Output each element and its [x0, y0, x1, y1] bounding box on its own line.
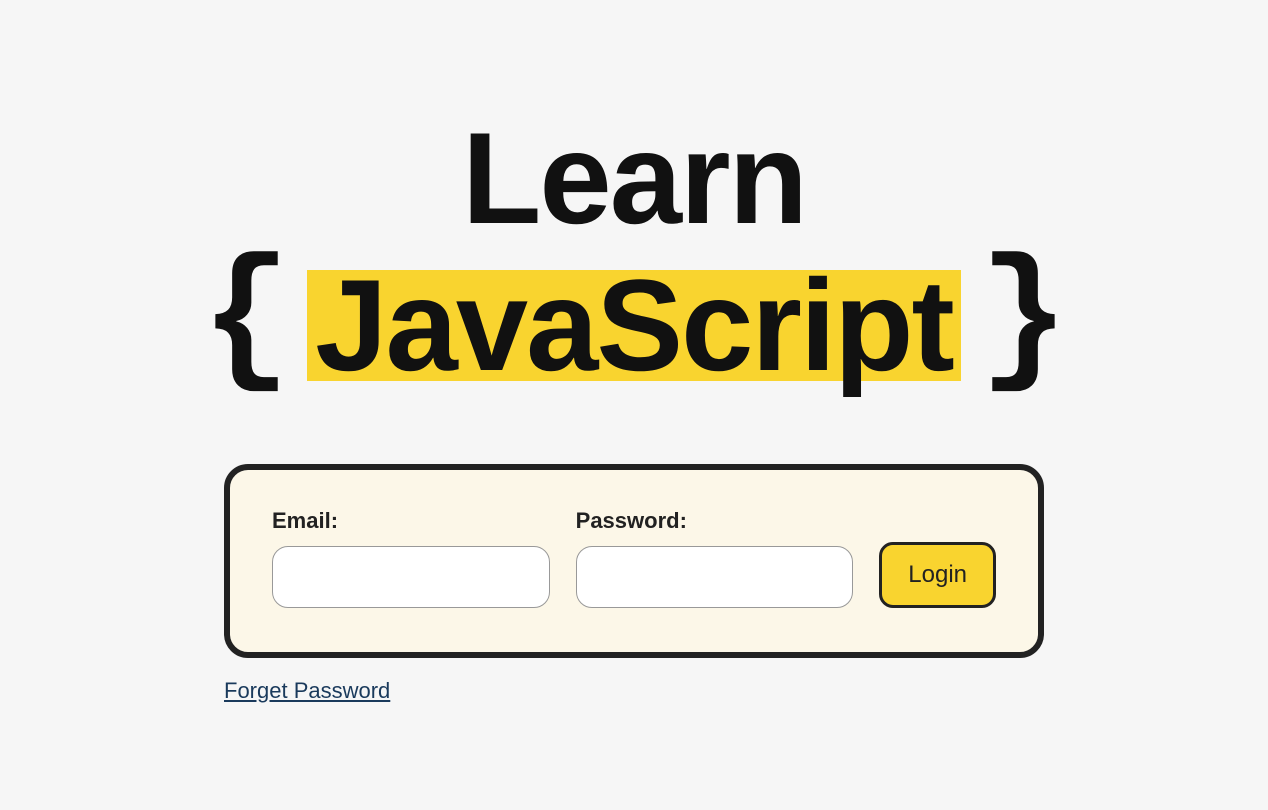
title-highlight: JavaScript — [307, 270, 961, 381]
forget-password-link[interactable]: Forget Password — [224, 678, 390, 703]
password-label: Password: — [576, 508, 854, 534]
brace-close-icon: } — [979, 243, 1067, 401]
title-line-2: { JavaScript } — [201, 247, 1067, 405]
brace-open-icon: { — [201, 243, 289, 401]
page-title: Learn { JavaScript } — [201, 110, 1067, 404]
password-input[interactable] — [576, 546, 854, 608]
forget-password-wrap: Forget Password — [224, 678, 1044, 704]
email-label: Email: — [272, 508, 550, 534]
title-line-1: Learn — [201, 110, 1067, 247]
password-field-group: Password: — [576, 508, 854, 608]
email-input[interactable] — [272, 546, 550, 608]
login-button[interactable]: Login — [879, 542, 996, 608]
email-field-group: Email: — [272, 508, 550, 608]
login-card: Email: Password: Login — [224, 464, 1044, 658]
